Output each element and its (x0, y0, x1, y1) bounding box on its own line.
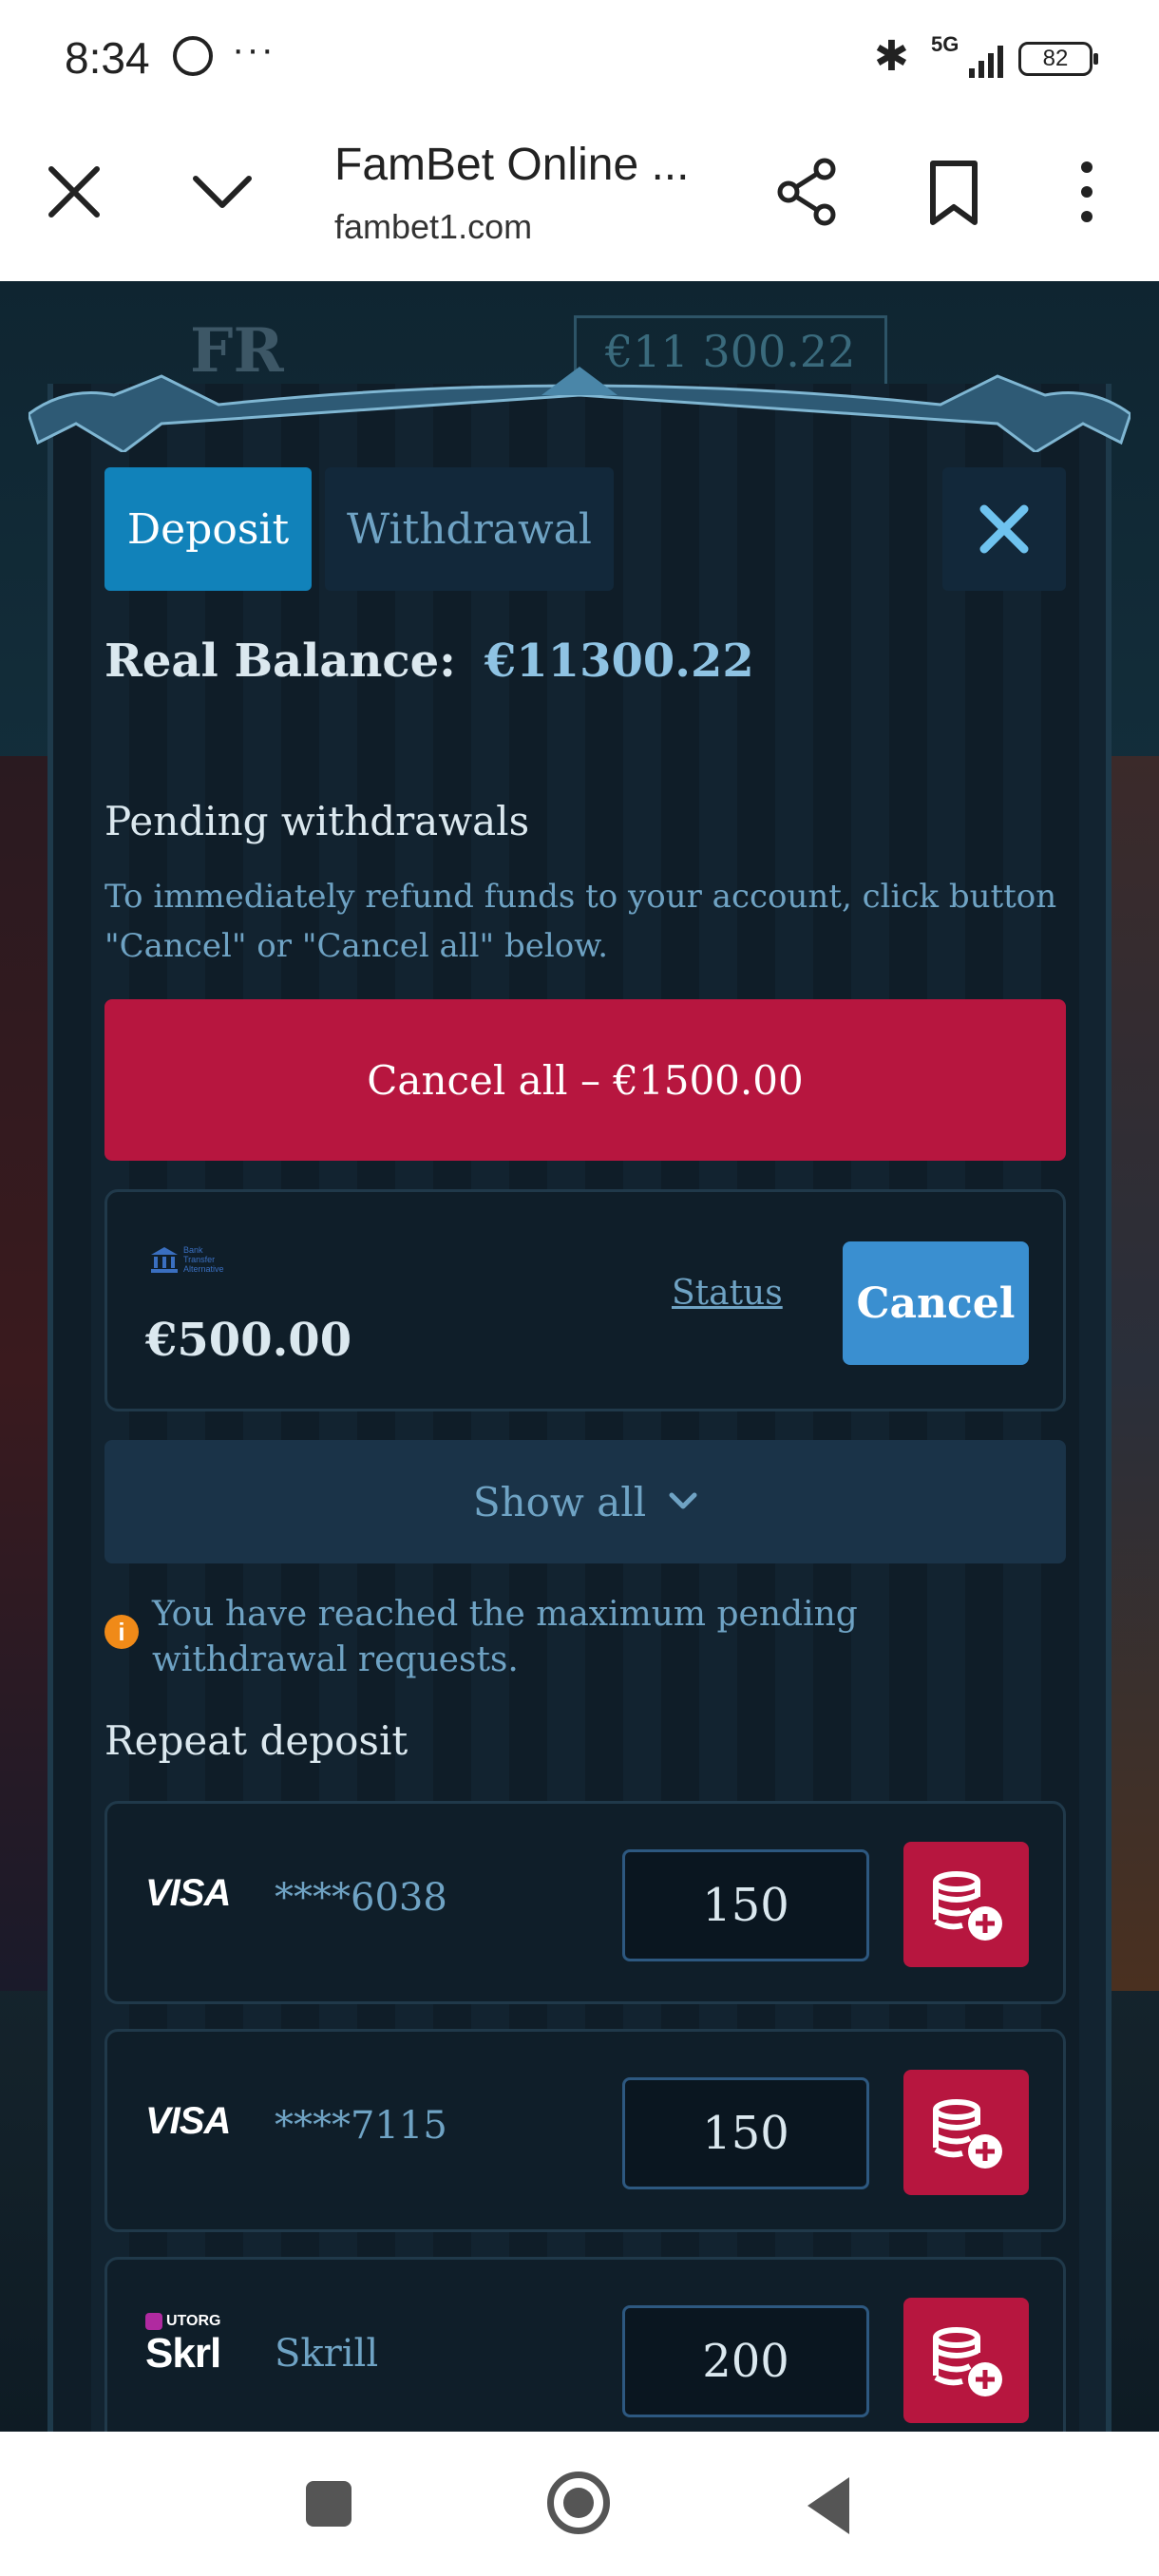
background-banner-left (0, 756, 48, 1991)
skrill-wordmark: Skrl (145, 2330, 221, 2377)
payment-method-name: Skrill (275, 2332, 379, 2376)
coins-add-icon (933, 2327, 1002, 2396)
battery-indicator: 82 (1018, 42, 1098, 76)
status-link[interactable]: Status (672, 1274, 783, 1313)
cancel-all-button[interactable]: Cancel all – €1500.00 (104, 999, 1066, 1161)
repeat-deposit-button[interactable] (903, 2298, 1029, 2423)
tab-deposit[interactable]: Deposit (104, 467, 312, 591)
deposit-amount-input[interactable] (622, 1849, 869, 1961)
network-type: 5G (931, 32, 960, 56)
real-balance: Real Balance: €11300.22 (104, 635, 754, 688)
skrill-logo: UTORG Skrl (145, 2313, 221, 2377)
bluetooth-icon: ✱ (874, 33, 909, 80)
repeat-deposit-row: UTORG Skrl Skrill (104, 2257, 1066, 2460)
bank-label-line: Transfer (183, 1255, 216, 1264)
visa-logo: VISA (145, 2100, 231, 2142)
status-time: 8:34 (65, 33, 150, 83)
utorg-label: UTORG (166, 2313, 221, 2330)
repeat-deposit-title: Repeat deposit (104, 1717, 408, 1764)
share-icon[interactable] (777, 158, 838, 226)
show-all-button[interactable]: Show all (104, 1440, 1066, 1563)
card-number: ****6038 (275, 1876, 447, 1920)
page-url[interactable]: fambet1.com (334, 207, 532, 247)
chevron-down-icon (669, 1492, 697, 1509)
bank-transfer-label: Bank Transfer Alternative (183, 1245, 224, 1274)
cashier-tabs: Deposit Withdrawal (104, 467, 614, 591)
real-balance-value: €11300.22 (484, 635, 754, 688)
cashier-modal: Deposit Withdrawal Real Balance: €11300.2… (48, 384, 1112, 2460)
signal-icon (969, 42, 1003, 78)
pending-withdrawals-title: Pending withdrawals (104, 798, 530, 844)
status-overflow: ··· (232, 28, 276, 70)
cancel-withdrawal-button[interactable]: Cancel (843, 1241, 1029, 1365)
coins-add-icon (933, 2099, 1002, 2169)
more-vert-icon[interactable] (1070, 158, 1104, 226)
tab-withdrawal[interactable]: Withdrawal (325, 467, 614, 591)
bookmark-icon[interactable] (927, 160, 980, 226)
deposit-amount-input[interactable] (622, 2077, 869, 2189)
bank-label-line: Alternative (183, 1264, 224, 1274)
home-icon[interactable] (547, 2472, 610, 2534)
modal-close-button[interactable] (942, 467, 1066, 591)
repeat-deposit-button[interactable] (903, 1842, 1029, 1967)
browser-toolbar: FamBet Online ... fambet1.com (0, 116, 1159, 281)
bank-label-line: Bank (183, 1245, 203, 1255)
close-icon[interactable] (44, 161, 104, 222)
coins-add-icon (933, 1871, 1002, 1941)
warning-text: You have reached the maximum pending wit… (152, 1595, 858, 1679)
close-icon (979, 504, 1029, 554)
modal-frame-ornament (28, 367, 1130, 452)
show-all-label: Show all (472, 1478, 647, 1525)
utorg-badge: UTORG (145, 2313, 220, 2330)
back-icon[interactable] (808, 2477, 849, 2534)
visa-logo: VISA (145, 1872, 231, 1914)
repeat-deposit-row: VISA ****6038 (104, 1801, 1066, 2004)
chevron-down-icon[interactable] (190, 161, 255, 222)
pending-hint: To immediately refund funds to your acco… (104, 878, 1057, 965)
deposit-amount-input[interactable] (622, 2305, 869, 2417)
bank-icon (151, 1247, 178, 1273)
repeat-deposit-row: VISA ****7115 (104, 2029, 1066, 2232)
pending-withdrawal-item: Bank Transfer Alternative €500.00 Status… (104, 1189, 1066, 1411)
whatsapp-icon (173, 36, 213, 76)
system-nav-bar (0, 2432, 1159, 2576)
repeat-deposit-button[interactable] (903, 2070, 1029, 2195)
status-bar: 8:34 ··· ✱ 5G 82 (0, 0, 1159, 116)
page-title: FamBet Online ... (334, 140, 690, 190)
info-icon: i (104, 1615, 139, 1649)
real-balance-label: Real Balance: (104, 635, 456, 688)
background-banner-right (1106, 756, 1159, 1991)
recents-icon[interactable] (306, 2481, 352, 2527)
pending-amount: €500.00 (145, 1314, 352, 1367)
bank-transfer-logo: Bank Transfer Alternative (149, 1245, 235, 1279)
card-number: ****7115 (275, 2104, 447, 2148)
